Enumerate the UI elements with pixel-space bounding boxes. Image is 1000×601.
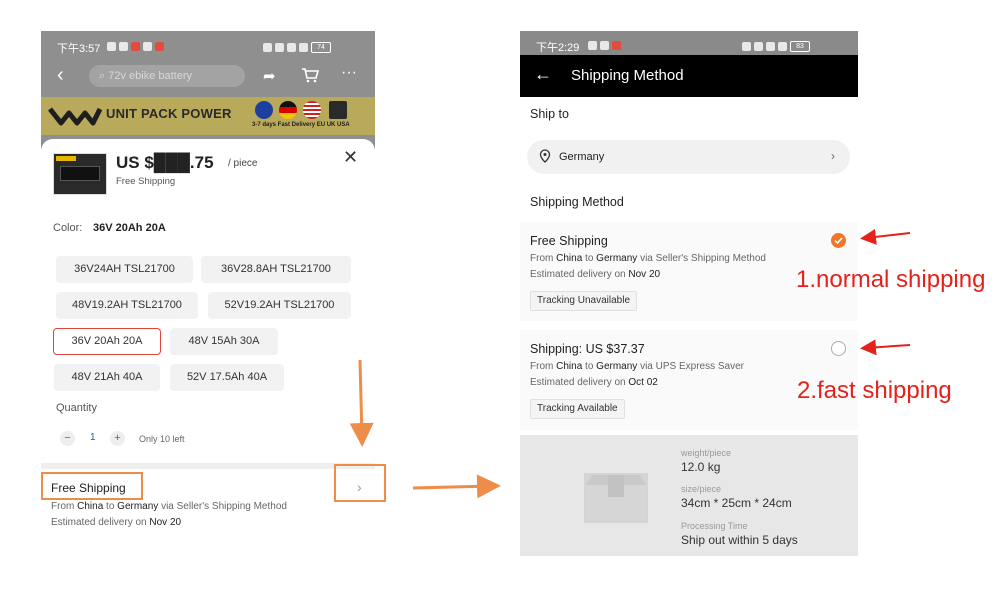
right-arrow-icon — [412, 474, 501, 499]
tracking-tag: Tracking Available — [530, 399, 625, 419]
back-arrow-icon[interactable]: ← — [534, 64, 552, 85]
processing-time-value: Ship out within 5 days — [681, 533, 798, 547]
country-selector[interactable]: Germany › — [527, 140, 850, 174]
shipping-option-estimate: Estimated delivery on Nov 20 — [530, 269, 661, 280]
pointer-arrow-icon — [860, 339, 911, 356]
shipping-option-route: From China to Germany via UPS Express Sa… — [530, 361, 745, 372]
radio-unselected-icon[interactable] — [831, 341, 846, 356]
status-bar: 下午2:29 83 — [520, 31, 858, 55]
shipping-method-label: Shipping Method — [530, 195, 624, 209]
size-value: 34cm * 25cm * 24cm — [681, 496, 792, 510]
package-info-panel: weight/piece 12.0 kg size/piece 34cm * 2… — [520, 435, 858, 556]
location-pin-icon — [539, 149, 551, 166]
weight-value: 12.0 kg — [681, 460, 721, 474]
shipping-option-title: Shipping: US $37.37 — [530, 342, 645, 356]
annotation-normal-shipping: 1.normal shipping — [796, 266, 986, 293]
country-name: Germany — [559, 151, 605, 163]
card-gap — [520, 321, 858, 330]
battery-icon: 83 — [790, 41, 810, 52]
tracking-tag: Tracking Unavailable — [530, 291, 638, 311]
shipping-option-route: From China to Germany via Seller's Shipp… — [530, 253, 766, 264]
shipping-option-estimate: Estimated delivery on Oct 02 — [530, 377, 658, 388]
status-system-icons: 83 — [742, 41, 810, 52]
ship-to-label: Ship to — [530, 107, 569, 121]
pointer-arrow-icon — [860, 228, 911, 245]
status-app-icons — [588, 41, 621, 50]
down-arrow-icon — [349, 359, 374, 447]
shipping-option-title: Free Shipping — [530, 234, 608, 248]
weight-label: weight/piece — [681, 448, 732, 458]
app-header: ← Shipping Method — [520, 55, 858, 97]
processing-time-label: Processing Time — [681, 521, 748, 531]
radio-selected-icon[interactable] — [831, 233, 846, 248]
status-time: 下午2:29 — [536, 42, 580, 54]
package-box-icon — [584, 473, 648, 523]
chevron-right-icon: › — [831, 149, 835, 163]
annotation-fast-shipping: 2.fast shipping — [797, 377, 952, 404]
page-title: Shipping Method — [571, 67, 684, 84]
size-label: size/piece — [681, 484, 722, 494]
